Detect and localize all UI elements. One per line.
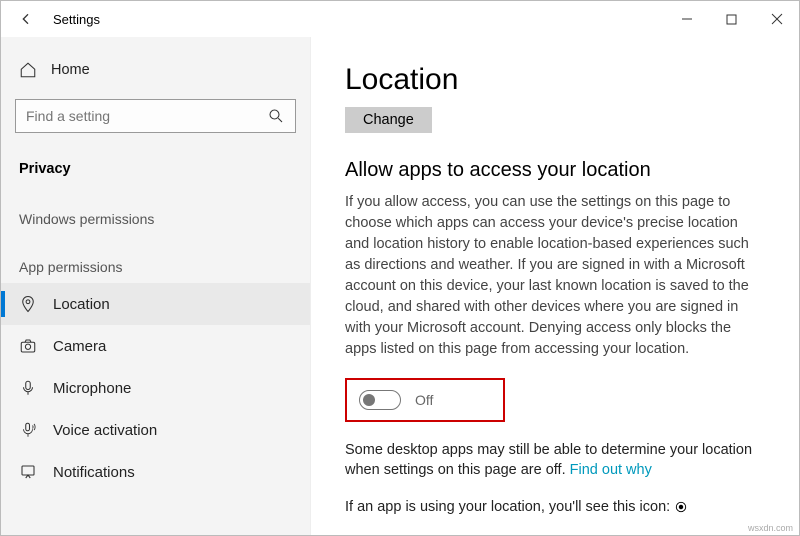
window-title: Settings xyxy=(53,12,100,27)
microphone-icon xyxy=(19,379,37,397)
search-icon xyxy=(267,107,285,125)
note-text: Some desktop apps may still be able to d… xyxy=(345,442,752,478)
page-title: Location xyxy=(345,63,765,97)
find-out-why-link[interactable]: Find out why xyxy=(570,462,652,478)
maximize-button[interactable] xyxy=(709,4,754,34)
section-description: If you allow access, you can use the set… xyxy=(345,192,765,360)
location-access-toggle-highlight: Off xyxy=(345,378,505,422)
voice-icon xyxy=(19,421,37,439)
sidebar: Home Privacy Windows permissions App per… xyxy=(1,37,311,535)
home-icon xyxy=(19,61,37,79)
sidebar-item-camera[interactable]: Camera xyxy=(1,325,310,367)
location-in-use-icon xyxy=(674,500,688,514)
window-controls xyxy=(664,4,799,34)
back-button[interactable] xyxy=(11,4,41,34)
minimize-button[interactable] xyxy=(664,4,709,34)
sidebar-item-label: Camera xyxy=(53,338,106,355)
watermark: wsxdn.com xyxy=(748,523,793,533)
desktop-apps-note: Some desktop apps may still be able to d… xyxy=(345,440,765,481)
sidebar-item-notifications[interactable]: Notifications xyxy=(1,451,310,493)
search-box[interactable] xyxy=(15,99,296,133)
home-label: Home xyxy=(51,62,90,78)
change-button[interactable]: Change xyxy=(345,107,432,133)
location-icon xyxy=(19,295,37,313)
section-title: Allow apps to access your location xyxy=(345,159,765,182)
location-access-toggle[interactable] xyxy=(359,390,401,410)
close-button[interactable] xyxy=(754,4,799,34)
windows-permissions-heading: Windows permissions xyxy=(1,187,310,235)
icon-note: If an app is using your location, you'll… xyxy=(345,497,765,517)
toggle-state: Off xyxy=(415,392,433,408)
privacy-heading: Privacy xyxy=(1,147,310,187)
sidebar-item-label: Microphone xyxy=(53,380,131,397)
app-permissions-heading: App permissions xyxy=(1,235,310,283)
icon-note-text: If an app is using your location, you'll… xyxy=(345,499,674,515)
titlebar: Settings xyxy=(1,1,799,37)
sidebar-item-label: Location xyxy=(53,296,110,313)
sidebar-item-voice[interactable]: Voice activation xyxy=(1,409,310,451)
sidebar-item-label: Notifications xyxy=(53,464,135,481)
notifications-icon xyxy=(19,463,37,481)
search-input[interactable] xyxy=(26,108,267,124)
sidebar-item-microphone[interactable]: Microphone xyxy=(1,367,310,409)
home-link[interactable]: Home xyxy=(1,51,310,89)
main-content: Location Change Allow apps to access you… xyxy=(311,37,799,535)
sidebar-item-location[interactable]: Location xyxy=(1,283,310,325)
camera-icon xyxy=(19,337,37,355)
sidebar-item-label: Voice activation xyxy=(53,422,157,439)
